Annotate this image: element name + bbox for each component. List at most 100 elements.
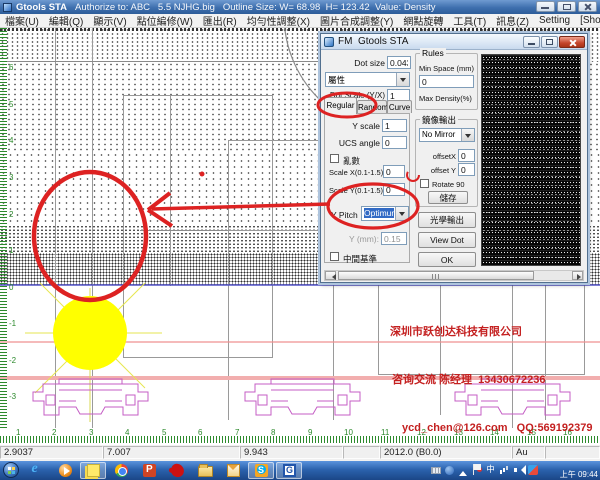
menu-bar: 檔案(U) 編輯(Q) 顯示(V) 點位編修(W) 匯出(R) 均勻性調整(X)… <box>0 14 600 28</box>
fm-dialog-title-bar[interactable]: FM Gtools STA <box>321 34 587 50</box>
dialog-horizontal-scrollbar[interactable] <box>324 270 584 281</box>
ucs-angle-input[interactable] <box>382 136 407 149</box>
taskbar-item-file-explorer[interactable] <box>192 462 218 479</box>
left-ruler-number: 1 <box>9 246 13 255</box>
chrome-icon <box>115 464 128 477</box>
dot-shape-value: 屬性 <box>328 74 395 86</box>
bottom-ruler-number: 4 <box>125 428 129 437</box>
status-empty <box>343 446 380 459</box>
taskbar-item-outlook[interactable] <box>220 462 246 479</box>
rotate-90-checkbox[interactable] <box>420 179 429 188</box>
chevron-down-icon[interactable] <box>461 129 474 141</box>
cad-hline <box>0 61 330 62</box>
fm-dialog[interactable]: FM Gtools STA Dot size 屬性 Dot Scale (Y/X… <box>320 33 588 283</box>
y-scale-input[interactable] <box>382 119 407 132</box>
min-space-input[interactable] <box>419 75 474 88</box>
window-title-bar[interactable]: Gtools STA Authorize to: ABC 5.5 NJHG.bi… <box>0 0 600 14</box>
scale-x-label: Scale X(0.1-1.5) <box>329 168 383 177</box>
scroll-left-arrow-icon[interactable] <box>325 271 336 280</box>
y-pitch-value: Optimum <box>364 208 394 218</box>
dialog-minimize-button[interactable] <box>523 36 540 48</box>
y-mm-input <box>381 232 407 245</box>
taskbar: 中 上午 09:44 2015/10/12 <box>0 461 600 480</box>
menu-image-adjust[interactable]: 圖片合成調整(Y) <box>315 13 398 28</box>
status-coord-y: 7.007 <box>103 446 240 459</box>
ime-chinese-icon[interactable]: 中 <box>485 464 496 475</box>
menu-edit[interactable]: 編輯(Q) <box>44 13 88 28</box>
taskbar-clock[interactable]: 上午 09:44 2015/10/12 <box>540 462 598 480</box>
fm-dialog-title: FM Gtools STA <box>338 36 408 47</box>
bottom-ruler-number: 3 <box>89 428 93 437</box>
scale-x-input[interactable] <box>383 165 405 178</box>
menu-uniformity[interactable]: 均勻性調整(X) <box>242 13 315 28</box>
powerpoint-icon <box>143 464 156 477</box>
cad-vline <box>333 283 334 420</box>
taskbar-item-sticky-notes[interactable] <box>80 462 106 479</box>
mirror-select[interactable]: No Mirror <box>419 128 475 142</box>
restore-button[interactable] <box>557 1 576 12</box>
taskbar-item-chrome[interactable] <box>108 462 134 479</box>
center-datum-checkbox[interactable] <box>330 252 339 261</box>
fm-dialog-icon <box>324 37 334 47</box>
view-dot-button[interactable]: View Dot <box>418 232 476 248</box>
taskbar-item-powerpoint[interactable] <box>136 462 162 479</box>
start-button[interactable] <box>3 462 19 478</box>
left-ruler-number: 2 <box>9 210 13 219</box>
taskbar-item-internet-explorer[interactable] <box>24 462 50 479</box>
taskbar-item-skype[interactable] <box>248 462 274 479</box>
windows-logo-icon <box>8 467 11 470</box>
offset-x-label: offsetX <box>418 152 456 161</box>
scrollbar-thumb[interactable] <box>338 271 534 280</box>
status-filler <box>545 446 600 459</box>
status-coord-x: 2.9037 <box>0 446 103 459</box>
bottom-ruler-number: 6 <box>198 428 202 437</box>
dot-shape-select[interactable]: 屬性 <box>325 72 410 87</box>
volume-icon[interactable] <box>514 464 524 475</box>
chevron-down-icon[interactable] <box>395 207 408 220</box>
network-signal-icon[interactable] <box>500 464 510 475</box>
menu-tools[interactable]: 工具(T) <box>448 13 491 28</box>
close-button[interactable] <box>578 1 597 12</box>
menu-dot-rotate[interactable]: 網點旋轉 <box>398 13 448 28</box>
info-tray-icon[interactable] <box>445 466 454 475</box>
taskbar-item-red-app[interactable] <box>164 462 190 479</box>
dialog-close-button[interactable] <box>559 36 585 48</box>
taskbar-item-g2-app[interactable] <box>276 462 302 479</box>
keyboard-tray-icon[interactable] <box>431 467 441 474</box>
desktop: { "window": { "app_title": "Gtools STA",… <box>0 0 600 480</box>
offset-x-input[interactable] <box>458 149 475 162</box>
menu-show-dot[interactable]: [Show Dot] <box>575 15 600 26</box>
save-button[interactable]: 儲存 <box>428 191 468 204</box>
offset-y-input[interactable] <box>458 163 475 176</box>
y-pitch-select[interactable]: Optimum <box>361 206 409 221</box>
rules-legend: Rules <box>420 48 446 58</box>
menu-setting[interactable]: Setting <box>534 15 575 26</box>
dot-size-input[interactable] <box>387 56 411 69</box>
menu-info[interactable]: 訊息(Z) <box>491 13 534 28</box>
left-ruler-number: -3 <box>9 392 16 401</box>
tab-curve[interactable]: Curve <box>387 100 412 113</box>
optical-output-button[interactable]: 光學輸出 <box>418 212 476 228</box>
taskbar-item-media-player[interactable] <box>52 462 78 479</box>
chevron-down-icon[interactable] <box>396 73 409 86</box>
vendor-company: 深圳市跃创达科技有限公司 <box>390 324 593 340</box>
ok-button[interactable]: OK <box>418 252 476 267</box>
y-scale-label: Y scale <box>335 121 380 131</box>
scale-y-input[interactable] <box>383 183 405 196</box>
left-ruler-number: 4 <box>9 136 13 145</box>
red-app-icon <box>169 463 184 478</box>
menu-dot-edit[interactable]: 點位編修(W) <box>132 13 198 28</box>
menu-view[interactable]: 顯示(V) <box>88 13 131 28</box>
teamviewer-tray-icon[interactable] <box>528 465 538 475</box>
random-checkbox[interactable] <box>330 154 339 163</box>
tab-random[interactable]: Random <box>357 100 387 113</box>
show-hidden-icons-icon[interactable] <box>458 464 468 475</box>
menu-file[interactable]: 檔案(U) <box>0 13 44 28</box>
minimize-button[interactable] <box>536 1 555 12</box>
menu-export[interactable]: 匯出(R) <box>198 13 242 28</box>
scroll-right-arrow-icon[interactable] <box>572 271 583 280</box>
dialog-maximize-button[interactable] <box>541 36 558 48</box>
tab-regular[interactable]: Regular <box>324 97 357 114</box>
action-center-flag-icon[interactable] <box>472 464 481 475</box>
bottom-ruler-number: 1 <box>16 428 20 437</box>
